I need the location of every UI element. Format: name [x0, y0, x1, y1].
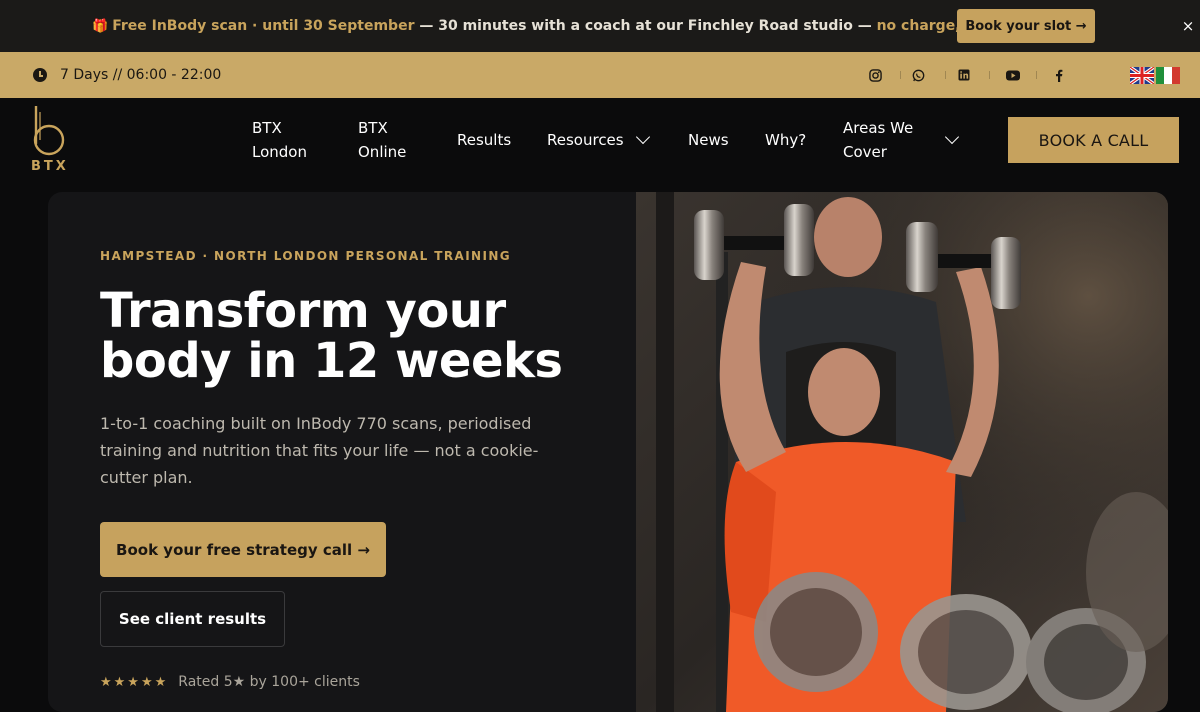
book-slot-button[interactable]: Book your slot → [957, 9, 1095, 43]
nav-label: Areas We [843, 119, 914, 137]
logo-text: BTX [31, 159, 69, 174]
nav-news[interactable]: News [688, 128, 729, 152]
hero-card: HAMPSTEAD · NORTH LONDON PERSONAL TRAINI… [48, 192, 1168, 712]
hero-headline: Transform your body in 12 weeks [100, 283, 563, 389]
nav-label: Cover [843, 143, 887, 161]
divider [1036, 71, 1037, 79]
rating-text: Rated 5★ by 100+ clients [178, 674, 360, 690]
linkedin-icon[interactable] [955, 66, 973, 84]
instagram-icon[interactable] [866, 66, 884, 84]
nav-label: London [252, 143, 307, 161]
divider [945, 71, 946, 79]
hero-subtext: 1-to-1 coaching built on InBody 770 scan… [100, 414, 539, 487]
whatsapp-icon[interactable] [909, 66, 927, 84]
nav-why[interactable]: Why? [765, 128, 806, 152]
opening-hours: 7 Days // 06:00 - 22:00 [60, 67, 222, 83]
nav-label: BTX [252, 119, 282, 137]
hero-eyebrow: HAMPSTEAD · NORTH LONDON PERSONAL TRAINI… [100, 249, 512, 263]
rating: ★★★★★ Rated 5★ by 100+ clients [100, 674, 360, 690]
youtube-icon[interactable] [1004, 66, 1022, 84]
promo-middle: — 30 minutes with a coach at our Finchle… [414, 18, 877, 34]
nav-btx-london[interactable]: BTX London [252, 116, 307, 164]
info-bar: 7 Days // 06:00 - 22:00 [0, 52, 1200, 98]
nav-resources[interactable]: Resources [547, 128, 624, 152]
promo-text: 🎁 Free InBody scan · until 30 September … [92, 0, 1070, 52]
book-a-call-button[interactable]: BOOK A CALL [1008, 117, 1179, 163]
see-client-results-button[interactable]: See client results [100, 591, 285, 647]
clock-icon [33, 68, 47, 82]
facebook-icon[interactable] [1050, 66, 1068, 84]
nav-areas-we-cover[interactable]: Areas We Cover [843, 116, 913, 164]
stars-icon: ★★★★★ [100, 674, 169, 690]
nav-results[interactable]: Results [457, 128, 511, 152]
divider [989, 71, 990, 79]
divider [900, 71, 901, 79]
english-flag-icon[interactable] [1130, 67, 1154, 84]
book-strategy-call-button[interactable]: Book your free strategy call → [100, 522, 386, 577]
promo-bar: 🎁 Free InBody scan · until 30 September … [0, 0, 1200, 52]
nav-label: BTX [358, 119, 388, 137]
promo-lead: Free InBody scan · until 30 September [112, 18, 415, 34]
italian-flag-icon[interactable] [1156, 67, 1180, 84]
gift-icon: 🎁 [92, 18, 109, 34]
hero-photo [636, 192, 1168, 712]
close-icon[interactable]: × [1180, 16, 1196, 36]
nav-btx-online[interactable]: BTX Online [358, 116, 406, 164]
nav-label: Online [358, 143, 407, 161]
